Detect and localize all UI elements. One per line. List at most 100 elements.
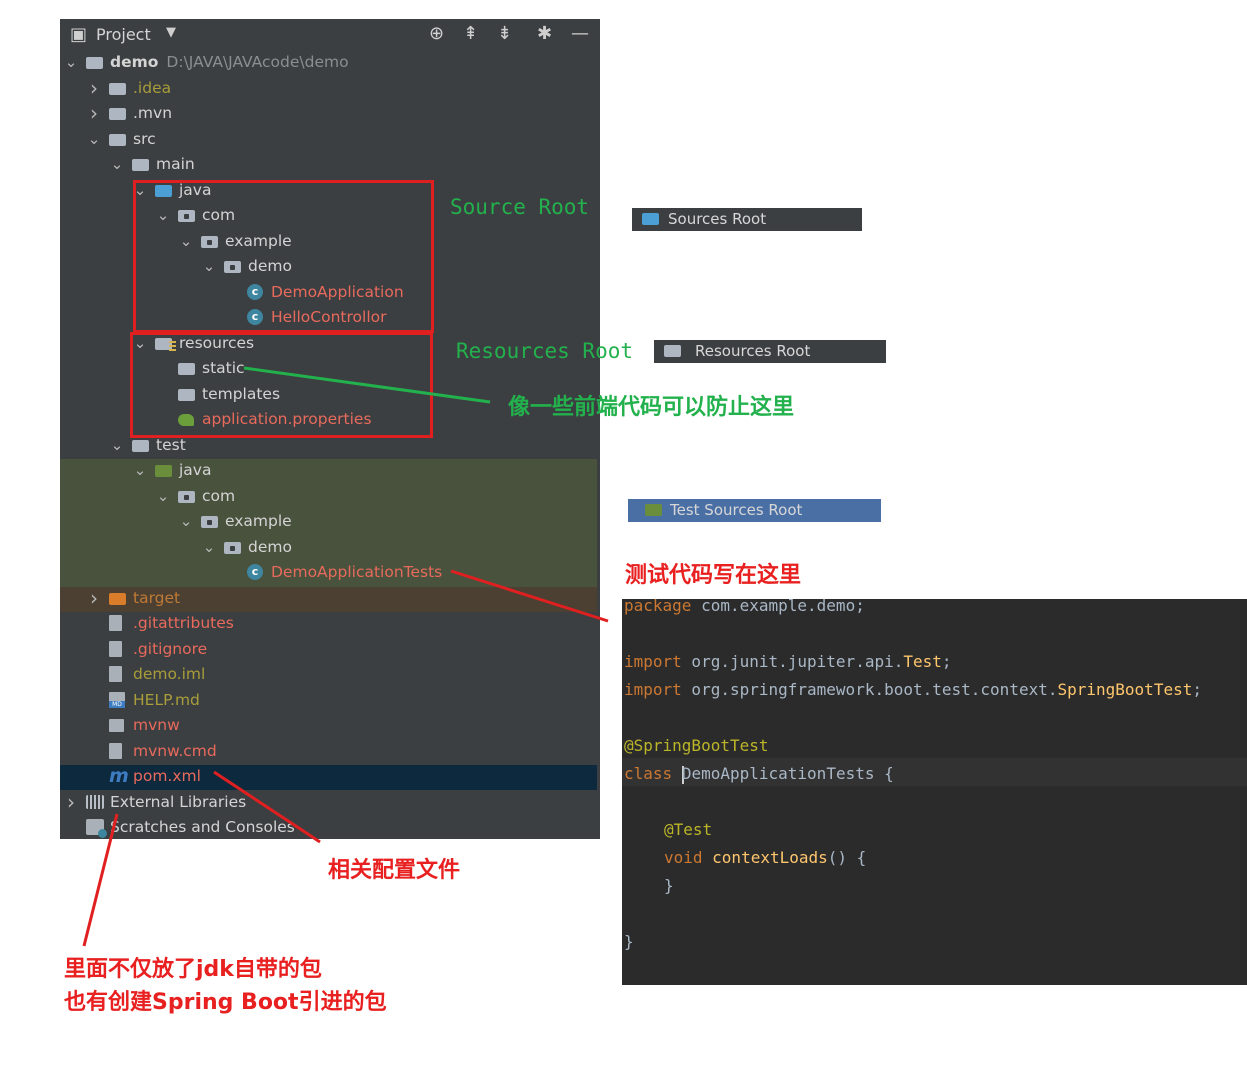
tree-row-text: HELP.md bbox=[133, 688, 200, 713]
chevron-down-icon[interactable]: ⌄ bbox=[110, 152, 124, 177]
file-icon bbox=[109, 615, 122, 631]
tree-row-text: demo.iml bbox=[133, 662, 205, 687]
tree-row-text: demo D:\JAVA\JAVAcode\demo bbox=[110, 50, 349, 75]
void-keyword: void bbox=[664, 848, 703, 867]
tree-row[interactable]: ⌄ demo bbox=[60, 535, 600, 560]
tree-row[interactable]: mvnw.cmd bbox=[60, 739, 600, 764]
chevron-right-icon[interactable]: › bbox=[87, 101, 101, 126]
tree-row[interactable]: .gitattributes bbox=[60, 611, 600, 636]
package-icon bbox=[201, 516, 218, 528]
tree-row-text: DemoApplicationTests bbox=[271, 560, 442, 585]
tree-row-label: .idea bbox=[133, 79, 172, 97]
tree-row-text: example bbox=[225, 509, 292, 534]
tree-row-label: mvnw.cmd bbox=[133, 742, 217, 760]
tree-row-text: src bbox=[133, 127, 156, 152]
chevron-right-icon[interactable]: › bbox=[64, 790, 78, 815]
module-folder-icon bbox=[86, 57, 103, 69]
tree-row[interactable]: c DemoApplicationTests bbox=[60, 560, 600, 585]
class-name-initial: D bbox=[681, 764, 692, 783]
tree-row[interactable]: mvnw bbox=[60, 713, 600, 738]
chevron-down-icon[interactable]: ⌄ bbox=[110, 433, 124, 458]
chevron-down-icon[interactable]: ⌄ bbox=[179, 509, 193, 534]
tree-row[interactable]: ⌄ com bbox=[60, 484, 600, 509]
tree-row[interactable]: ⌄ java bbox=[60, 458, 600, 483]
tree-row-label: com bbox=[202, 487, 236, 505]
import-class: SpringBootTest bbox=[1057, 680, 1193, 699]
tree-row-label: mvnw bbox=[133, 716, 180, 734]
tree-row[interactable]: demo.iml bbox=[60, 662, 600, 687]
module-path: D:\JAVA\JAVAcode\demo bbox=[166, 53, 349, 71]
tree-row[interactable]: › External Libraries bbox=[60, 790, 600, 815]
project-view-title[interactable]: Project bbox=[96, 25, 151, 44]
package-icon bbox=[178, 491, 195, 503]
chevron-down-icon[interactable]: ⌄ bbox=[156, 484, 170, 509]
test-sources-root-folder-icon bbox=[155, 465, 172, 477]
class-keyword: class bbox=[624, 764, 673, 783]
project-icon: ▣ bbox=[70, 24, 88, 45]
spring-class-icon: c bbox=[247, 564, 263, 580]
chevron-down-icon[interactable]: ⌄ bbox=[87, 127, 101, 152]
tree-row-label: example bbox=[225, 512, 292, 530]
folder-icon bbox=[109, 108, 126, 120]
package-name: com.example.demo; bbox=[691, 599, 865, 615]
chevron-down-icon[interactable]: ⌄ bbox=[64, 50, 78, 75]
chevron-down-icon[interactable]: ⌄ bbox=[133, 458, 147, 483]
import-class: Test bbox=[903, 652, 942, 671]
minimize-icon[interactable]: — bbox=[571, 23, 589, 44]
tree-row-label: .gitattributes bbox=[133, 614, 234, 632]
tree-row[interactable]: ⌄ src bbox=[60, 127, 600, 152]
resources-root-legend: Resources Root bbox=[654, 340, 886, 363]
tree-row[interactable]: › .idea bbox=[60, 76, 600, 101]
code-line-import-springboottest: import org.springframework.boot.test.con… bbox=[624, 679, 1202, 701]
tree-row[interactable]: › .mvn bbox=[60, 101, 600, 126]
tree-row[interactable]: Scratches and Consoles bbox=[60, 815, 600, 839]
tree-row-text: target bbox=[133, 586, 180, 611]
test-sources-root-legend: Test Sources Root bbox=[628, 499, 881, 522]
folder-icon bbox=[109, 134, 126, 146]
folder-icon bbox=[132, 159, 149, 171]
tree-row-text: .gitignore bbox=[133, 637, 207, 662]
tree-row-text: com bbox=[202, 484, 235, 509]
import-keyword: import bbox=[624, 652, 682, 671]
tree-row[interactable]: .gitignore bbox=[60, 637, 600, 662]
tree-row-text: .mvn bbox=[133, 101, 172, 126]
test-code-note: 测试代码写在这里 bbox=[625, 563, 802, 588]
collapse-all-icon[interactable]: ⇟ bbox=[497, 23, 512, 44]
method-tail: () { bbox=[827, 848, 867, 867]
code-line-import-test: import org.junit.jupiter.api.Test; bbox=[624, 651, 952, 673]
tree-row-text: External Libraries bbox=[110, 790, 246, 815]
tree-row[interactable]: m pom.xml bbox=[60, 764, 600, 789]
class-name-rest: emoApplicationTests bbox=[691, 764, 875, 783]
code-editor[interactable]: package com.example.demo; import org.jun… bbox=[622, 599, 1247, 985]
tree-row[interactable]: ⌄ demo D:\JAVA\JAVAcode\demo bbox=[60, 50, 600, 75]
tree-row[interactable]: › target bbox=[60, 586, 600, 611]
tree-row-label: Scratches and Consoles bbox=[110, 818, 295, 836]
source-root-box bbox=[133, 180, 434, 333]
locate-icon[interactable]: ⊕ bbox=[429, 23, 444, 44]
gear-icon[interactable]: ✱ bbox=[537, 23, 552, 44]
config-files-note: 相关配置文件 bbox=[328, 858, 461, 883]
tree-row[interactable]: ⌄ example bbox=[60, 509, 600, 534]
import-keyword: import bbox=[624, 680, 682, 699]
source-root-annotation: Source Root bbox=[450, 195, 590, 219]
import-path: org.springframework.boot.test.context. bbox=[681, 680, 1058, 699]
class-open-brace: { bbox=[874, 764, 894, 783]
tree-row-label: src bbox=[133, 130, 156, 148]
chevron-down-icon[interactable]: ⌄ bbox=[202, 535, 216, 560]
tree-row-label: pom.xml bbox=[133, 767, 201, 785]
package-icon bbox=[224, 542, 241, 554]
tree-row-label: demo bbox=[110, 53, 159, 71]
tree-row-text: Scratches and Consoles bbox=[110, 815, 295, 839]
iml-file-icon bbox=[109, 666, 122, 682]
method-name: contextLoads bbox=[702, 848, 828, 867]
chevron-right-icon[interactable]: › bbox=[87, 76, 101, 101]
dropdown-icon[interactable]: ▼ bbox=[166, 25, 176, 40]
tree-row-label: .gitignore bbox=[133, 640, 208, 658]
tree-row[interactable]: HELP.md bbox=[60, 688, 600, 713]
tree-row-text: demo bbox=[248, 535, 292, 560]
chevron-right-icon[interactable]: › bbox=[87, 586, 101, 611]
expand-all-icon[interactable]: ⇞ bbox=[463, 23, 478, 44]
tree-row[interactable]: ⌄ main bbox=[60, 152, 600, 177]
file-icon bbox=[109, 743, 122, 759]
tree-row-text: .idea bbox=[133, 76, 171, 101]
